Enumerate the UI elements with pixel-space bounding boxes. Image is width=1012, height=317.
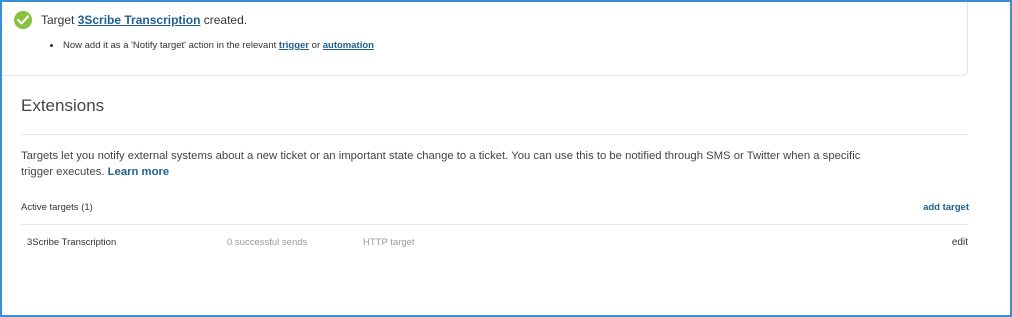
- target-sends: 0 successful sends: [227, 237, 308, 248]
- notification-message: Target 3Scribe Transcription created.: [14, 11, 247, 29]
- bullet-icon: [50, 44, 53, 47]
- page-title: Extensions: [21, 96, 105, 115]
- learn-more-link[interactable]: Learn more: [108, 166, 170, 178]
- success-notification: Target 3Scribe Transcription created. No…: [2, 2, 968, 76]
- extensions-description: Targets let you notify external systems …: [21, 148, 881, 180]
- trigger-link[interactable]: trigger: [279, 40, 309, 51]
- success-check-icon: [14, 11, 32, 29]
- notification-suffix: created.: [200, 13, 248, 27]
- notification-prefix: Target: [41, 13, 78, 27]
- target-type: HTTP target: [363, 237, 415, 248]
- hint-or: or: [309, 40, 323, 51]
- title-divider: [21, 134, 968, 135]
- add-target-button[interactable]: add target: [923, 202, 969, 213]
- table-row: 3Scribe Transcription 0 successful sends…: [21, 226, 968, 260]
- targets-header-divider: [21, 224, 968, 225]
- hint-text: Now add it as a 'Notify target' action i…: [63, 40, 279, 51]
- target-link[interactable]: 3Scribe Transcription: [78, 13, 201, 27]
- target-name: 3Scribe Transcription: [27, 237, 117, 248]
- notification-hint: Now add it as a 'Notify target' action i…: [50, 40, 374, 51]
- automation-link[interactable]: automation: [323, 40, 374, 51]
- edit-target-button[interactable]: edit: [952, 237, 968, 248]
- active-targets-heading: Active targets (1): [21, 202, 93, 213]
